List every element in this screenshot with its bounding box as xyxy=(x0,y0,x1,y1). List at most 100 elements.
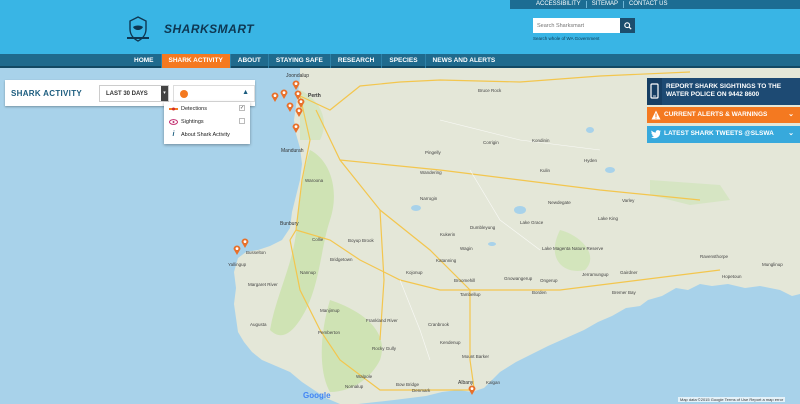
nav-staying-safe[interactable]: STAYING SAFE xyxy=(267,54,330,68)
map-label-katanning: Katanning xyxy=(436,258,457,263)
map-label-wandering: Wandering xyxy=(420,170,442,175)
map-label-bremer-bay: Bremer Bay xyxy=(612,290,636,295)
map-label-nannup: Nannup xyxy=(300,270,316,275)
period-select[interactable]: LAST 30 DAYS ▾ xyxy=(99,85,169,102)
twitter-icon xyxy=(651,130,661,139)
sharksmart-logo[interactable]: SHARKSMART xyxy=(124,14,254,44)
map-label-kondinin: Kondinin xyxy=(532,138,550,143)
filter-item-about[interactable]: i About Shark Activity xyxy=(164,129,250,142)
map-label-busselton: Busselton xyxy=(246,250,266,255)
map-label-kukerin: Kukerin xyxy=(440,232,456,237)
filter-label: Detections xyxy=(181,106,207,112)
filter-checkbox[interactable] xyxy=(239,118,245,124)
filter-item-detections[interactable]: Detections ✓ xyxy=(164,103,250,116)
main-nav: HOME SHARK ACTIVITY ABOUT STAYING SAFE R… xyxy=(127,54,502,68)
map-label-gnowangerup: Gnowangerup xyxy=(504,276,533,281)
contact-us-link[interactable]: CONTACT US xyxy=(623,1,672,8)
map-label-yallingup: Yallingup xyxy=(228,262,247,267)
detection-icon xyxy=(169,107,178,111)
detection-marker[interactable] xyxy=(271,92,279,102)
nav-research[interactable]: RESEARCH xyxy=(329,54,381,68)
map-label-hyden: Hyden xyxy=(584,158,598,163)
detection-marker[interactable] xyxy=(292,123,300,133)
nav-news-and-alerts[interactable]: NEWS AND ALERTS xyxy=(424,54,503,68)
map-label-bruce-rock: Bruce Rock xyxy=(478,88,502,93)
nav-about[interactable]: ABOUT xyxy=(229,54,268,68)
map-label-cranbrook: Cranbrook xyxy=(428,322,450,327)
map-label-ongerup: Ongerup xyxy=(540,278,558,283)
map-label-wagin: Wagin xyxy=(460,246,473,251)
map-label-bridgetown: Bridgetown xyxy=(330,257,353,262)
nav-home[interactable]: HOME xyxy=(127,54,161,68)
info-icon: i xyxy=(172,131,175,138)
sitemap-link[interactable]: SITEMAP xyxy=(585,1,623,8)
chevron-down-icon: ▾ xyxy=(161,86,168,101)
map-label-borden: Borden xyxy=(532,290,547,295)
detection-marker[interactable] xyxy=(295,107,303,117)
site-search xyxy=(533,18,635,33)
map-label-walpole: Walpole xyxy=(356,374,373,379)
chevron-down-icon: ⌄ xyxy=(788,130,794,137)
layer-filter-menu: Detections ✓ Sightings i About Shark Act… xyxy=(164,102,250,144)
detection-marker[interactable] xyxy=(280,89,288,99)
filter-checkbox[interactable]: ✓ xyxy=(239,105,245,111)
shark-activity-title: SHARK ACTIVITY xyxy=(11,89,83,98)
alerts-warnings-panel[interactable]: CURRENT ALERTS & WARNINGS ⌄ xyxy=(647,107,800,123)
shark-tweets-label: LATEST SHARK TWEETS @SLSWA xyxy=(664,130,774,137)
detection-icon xyxy=(180,90,188,98)
accessibility-link[interactable]: ACCESSIBILITY xyxy=(531,1,586,8)
google-logo: Google xyxy=(303,391,331,400)
map-label-tambellup: Tambellup xyxy=(460,292,481,297)
filter-item-sightings[interactable]: Sightings xyxy=(164,116,250,129)
warning-icon xyxy=(651,110,661,120)
map-label-rocky-gully: Rocky Gully xyxy=(372,346,397,351)
detection-marker[interactable] xyxy=(292,80,300,90)
detection-marker[interactable] xyxy=(468,385,476,395)
chevron-up-icon: ▲ xyxy=(242,89,249,96)
nav-species[interactable]: SPECIES xyxy=(381,54,424,68)
map-label-lake-magenta: Lake Magenta Nature Reserve xyxy=(542,246,604,251)
map-label-lake-king: Lake King xyxy=(598,216,619,221)
logo-text: SHARKSMART xyxy=(164,22,255,36)
nav-shark-activity[interactable]: SHARK ACTIVITY xyxy=(160,54,230,68)
map-label-broomehill: Broomehill xyxy=(454,278,476,283)
utility-links: ACCESSIBILITY SITEMAP CONTACT US xyxy=(531,1,672,8)
map-label-mount-barker: Mount Barker xyxy=(462,354,490,359)
map-label-kulin: Kulin xyxy=(540,168,551,173)
detection-marker[interactable] xyxy=(286,102,294,112)
map-label-dumbleyung: Dumbleyung xyxy=(470,225,496,230)
search-scope-text: Search whole of WA Government xyxy=(533,36,600,41)
map-label-varley: Varley xyxy=(622,198,635,203)
map-label-collie: Collie xyxy=(312,237,324,242)
report-sightings-panel[interactable]: REPORT SHARK SIGHTINGS TO THE WATER POLI… xyxy=(647,78,800,105)
map-label-boyup-brook: Boyup Brook xyxy=(348,238,374,243)
shark-tweets-panel[interactable]: LATEST SHARK TWEETS @SLSWA ⌄ xyxy=(647,126,800,143)
map-attribution[interactable]: Map data ©2015 Google Terms of Use Repor… xyxy=(678,397,786,402)
detection-marker[interactable] xyxy=(241,238,249,248)
eye-icon xyxy=(169,119,178,125)
chevron-down-icon: ⌄ xyxy=(788,111,794,118)
map-label-mandurah: Mandurah xyxy=(281,148,304,154)
map-label-pingelly: Pingelly xyxy=(425,150,441,155)
map-label-kojonup: Kojonup xyxy=(406,270,423,275)
map-label-waroona: Waroona xyxy=(305,178,324,183)
map-label-jerramungup: Jerramungup xyxy=(582,272,609,277)
detection-marker[interactable] xyxy=(233,245,241,255)
layer-filter-toggle[interactable]: ▲ xyxy=(173,85,255,102)
filter-label: About Shark Activity xyxy=(181,132,230,138)
search-icon xyxy=(623,21,632,30)
map-label-augusta: Augusta xyxy=(250,322,267,327)
search-input[interactable] xyxy=(533,18,620,33)
filter-label: Sightings xyxy=(181,119,204,125)
search-button[interactable] xyxy=(620,18,635,33)
map-label-margaret-river: Margaret River xyxy=(248,282,278,287)
map-label-kalgan: Kalgan xyxy=(486,380,501,385)
map-label-manjimup: Manjimup xyxy=(320,308,340,313)
map-label-joondalup: Joondalup xyxy=(286,73,310,79)
map-label-nornalup: Nornalup xyxy=(345,384,364,389)
map-label-kendenup: Kendenup xyxy=(440,340,461,345)
map-label-munglinup: Munglinup xyxy=(762,262,783,267)
map-label-perth: Perth xyxy=(308,93,321,99)
wa-government-crest-icon xyxy=(124,14,152,44)
map-label-pemberton: Pemberton xyxy=(318,330,341,335)
